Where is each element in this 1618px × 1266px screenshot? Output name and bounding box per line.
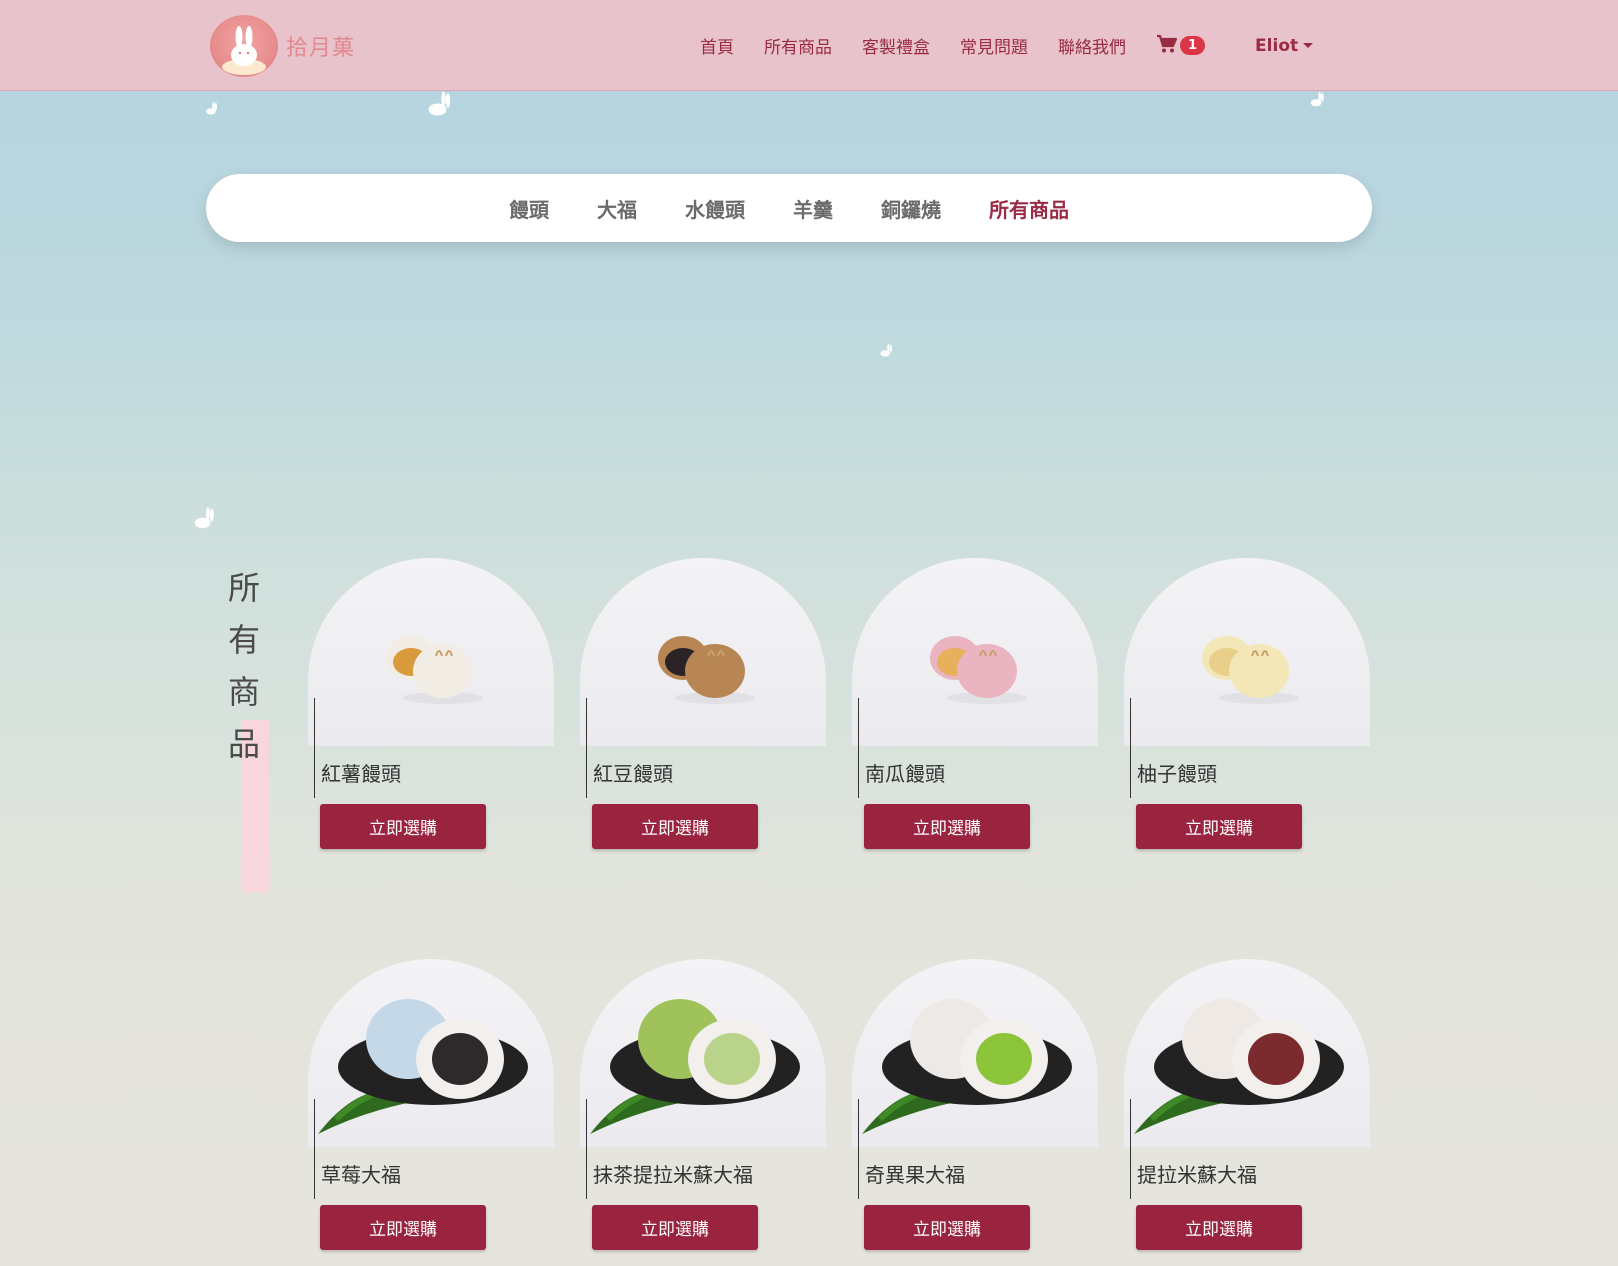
product-card: 紅豆饅頭 立即選購 xyxy=(580,558,826,849)
product-photo-icon xyxy=(386,636,483,704)
rabbit-decoration-icon xyxy=(194,507,214,529)
product-image[interactable] xyxy=(852,558,1098,746)
product-card: 抹茶提拉米蘇大福立即選購 xyxy=(580,959,826,1250)
nav-all-products[interactable]: 所有商品 xyxy=(764,33,832,58)
category-manju[interactable]: 饅頭 xyxy=(509,194,549,223)
logo-text: 拾月菓 xyxy=(286,36,356,61)
nav-home[interactable]: 首頁 xyxy=(700,33,734,58)
cart-icon xyxy=(1156,34,1178,58)
product-image[interactable] xyxy=(580,959,826,1147)
nav-faq[interactable]: 常見問題 xyxy=(960,33,1028,58)
buy-now-button[interactable]: 立即選購 xyxy=(1136,1205,1302,1250)
card-divider xyxy=(586,1099,587,1199)
rabbit-logo-icon xyxy=(210,15,278,77)
product-card: 提拉米蘇大福立即選購 xyxy=(1124,959,1370,1250)
category-daifuku[interactable]: 大福 xyxy=(597,194,637,223)
rabbit-decoration-icon xyxy=(428,91,451,116)
card-divider xyxy=(314,1099,315,1199)
product-photo-icon xyxy=(590,999,800,1134)
product-name: 提拉米蘇大福 xyxy=(1137,1163,1257,1187)
main-nav: 首頁 所有商品 客製禮盒 常見問題 聯絡我們 1 Eliot xyxy=(700,0,1314,91)
product-photo-icon xyxy=(658,636,755,704)
category-water-manju[interactable]: 水饅頭 xyxy=(685,194,745,223)
product-image[interactable] xyxy=(308,959,554,1147)
product-name: 南瓜饅頭 xyxy=(865,762,945,786)
card-divider xyxy=(586,698,587,798)
buy-now-button[interactable]: 立即選購 xyxy=(864,1205,1030,1250)
product-photo-icon xyxy=(930,636,1027,704)
product-card: 紅薯饅頭 立即選購 xyxy=(308,558,554,849)
product-photo-icon xyxy=(1202,636,1299,704)
buy-now-button[interactable]: 立即選購 xyxy=(320,804,486,849)
product-name: 柚子饅頭 xyxy=(1137,762,1217,786)
product-photo-icon xyxy=(862,999,1072,1134)
buy-now-button[interactable]: 立即選購 xyxy=(864,804,1030,849)
caret-down-icon xyxy=(1303,43,1314,48)
product-image[interactable] xyxy=(852,959,1098,1147)
buy-now-button[interactable]: 立即選購 xyxy=(592,804,758,849)
rabbit-decoration-icon xyxy=(1310,91,1324,107)
category-dorayaki[interactable]: 銅鑼燒 xyxy=(881,194,941,223)
card-divider xyxy=(1130,698,1131,798)
category-all-products[interactable]: 所有商品 xyxy=(989,194,1069,223)
product-photo-icon xyxy=(1134,999,1344,1134)
product-card: 草莓大福 立即選購 xyxy=(308,959,554,1250)
product-card: 柚子饅頭 立即選購 xyxy=(1124,558,1370,849)
user-menu[interactable]: Eliot xyxy=(1255,35,1314,56)
user-name: Eliot xyxy=(1255,35,1299,56)
product-card: 奇異果大福 立即選購 xyxy=(852,959,1098,1250)
card-divider xyxy=(314,698,315,798)
card-divider xyxy=(1130,1099,1131,1199)
product-name: 紅豆饅頭 xyxy=(593,762,673,786)
product-photo-icon xyxy=(318,999,528,1134)
product-name: 紅薯饅頭 xyxy=(321,762,401,786)
product-name: 抹茶提拉米蘇大福 xyxy=(593,1163,753,1187)
cart-button[interactable]: 1 xyxy=(1156,34,1206,58)
nav-contact[interactable]: 聯絡我們 xyxy=(1058,33,1126,58)
rabbit-decoration-icon xyxy=(206,101,217,115)
product-image[interactable] xyxy=(308,558,554,746)
buy-now-button[interactable]: 立即選購 xyxy=(592,1205,758,1250)
product-image[interactable] xyxy=(1124,558,1370,746)
card-divider xyxy=(858,698,859,798)
buy-now-button[interactable]: 立即選購 xyxy=(1136,804,1302,849)
product-card: 南瓜饅頭 立即選購 xyxy=(852,558,1098,849)
cart-count-badge: 1 xyxy=(1180,36,1206,55)
rabbit-decoration-icon xyxy=(880,343,892,357)
category-filter-bar: 饅頭 大福 水饅頭 羊羹 銅鑼燒 所有商品 xyxy=(206,174,1372,242)
category-yokan[interactable]: 羊羹 xyxy=(793,194,833,223)
product-image[interactable] xyxy=(1124,959,1370,1147)
product-name: 奇異果大福 xyxy=(865,1163,965,1187)
nav-custom-gift-box[interactable]: 客製禮盒 xyxy=(862,33,930,58)
card-divider xyxy=(858,1099,859,1199)
section-title: 所 有 商 品 xyxy=(227,569,260,763)
site-logo[interactable]: 拾月菓 xyxy=(210,15,365,77)
product-name: 草莓大福 xyxy=(321,1163,401,1187)
site-header: 拾月菓 首頁 所有商品 客製禮盒 常見問題 聯絡我們 1 Eliot xyxy=(0,0,1618,91)
product-image[interactable] xyxy=(580,558,826,746)
buy-now-button[interactable]: 立即選購 xyxy=(320,1205,486,1250)
